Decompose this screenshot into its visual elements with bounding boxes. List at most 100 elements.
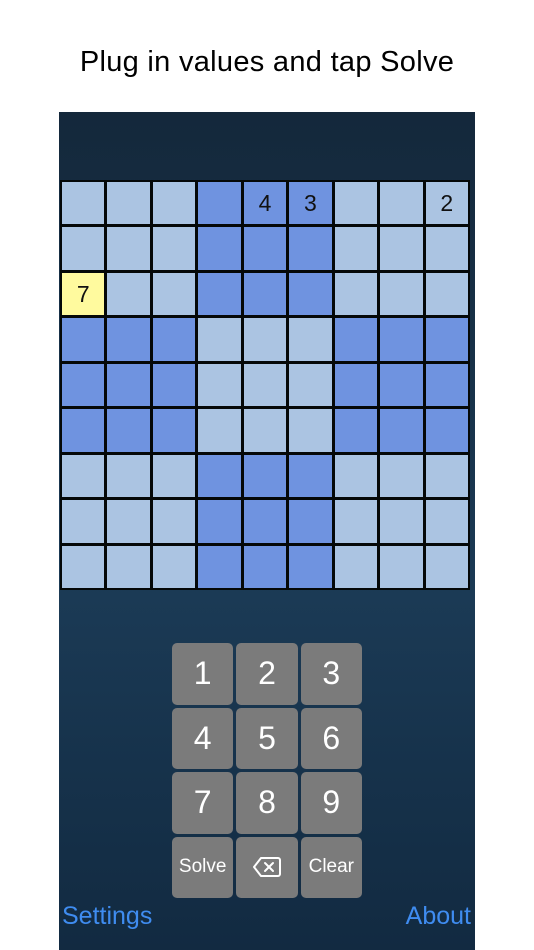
grid-cell-r5c9[interactable]	[425, 363, 468, 407]
sudoku-grid: 43 2 7	[60, 180, 470, 590]
grid-cell-r2c8[interactable]	[380, 227, 423, 270]
grid-cell-r9c3[interactable]	[152, 545, 196, 588]
grid-cell-r5c2[interactable]	[107, 363, 150, 407]
grid-cell-r3c8[interactable]	[380, 272, 423, 316]
grid-cell-r1c8[interactable]	[380, 182, 423, 225]
grid-cell-r8c2[interactable]	[107, 500, 150, 543]
key-6[interactable]: 6	[300, 707, 362, 769]
grid-cell-r1c5[interactable]: 4	[243, 182, 287, 225]
key-9[interactable]: 9	[300, 772, 362, 834]
grid-cell-r5c5[interactable]	[243, 363, 287, 407]
grid-cell-r7c9[interactable]	[425, 454, 468, 498]
key-1[interactable]: 1	[172, 643, 234, 705]
grid-cell-r6c2[interactable]	[107, 409, 150, 452]
grid-cell-r7c5[interactable]	[243, 454, 287, 498]
backspace-button[interactable]	[236, 836, 298, 898]
grid-cell-r8c4[interactable]	[198, 500, 241, 543]
grid-cell-r2c4[interactable]	[198, 227, 241, 270]
grid-cell-r8c6[interactable]	[289, 500, 332, 543]
grid-cell-r2c7[interactable]	[334, 227, 378, 270]
grid-cell-r6c1[interactable]	[62, 409, 105, 452]
grid-cell-r7c1[interactable]	[62, 454, 105, 498]
grid-cell-r4c8[interactable]	[380, 318, 423, 361]
grid-cell-r2c6[interactable]	[289, 227, 332, 270]
grid-cell-r4c9[interactable]	[425, 318, 468, 361]
grid-cell-r2c2[interactable]	[107, 227, 150, 270]
grid-cell-r9c2[interactable]	[107, 545, 150, 588]
backspace-icon	[252, 857, 281, 878]
key-3[interactable]: 3	[300, 643, 362, 705]
grid-cell-r7c7[interactable]	[334, 454, 378, 498]
grid-cell-r4c2[interactable]	[107, 318, 150, 361]
app-screen: 4327 1 2 3 4 5 6 7 8 9 Solve Clear	[59, 112, 475, 950]
grid-cell-r7c6[interactable]	[289, 454, 332, 498]
grid-cell-r2c9[interactable]	[425, 227, 468, 270]
grid-cell-r8c7[interactable]	[334, 500, 378, 543]
key-8[interactable]: 8	[236, 772, 298, 834]
grid-cell-r8c3[interactable]	[152, 500, 196, 543]
grid-cell-r8c5[interactable]	[243, 500, 287, 543]
grid-cell-r3c6[interactable]	[289, 272, 332, 316]
grid-cell-r4c5[interactable]	[243, 318, 287, 361]
grid-cell-r2c3[interactable]	[152, 227, 196, 270]
grid-cell-r4c7[interactable]	[334, 318, 378, 361]
grid-cell-r9c7[interactable]	[334, 545, 378, 588]
grid-cell-r1c2[interactable]	[107, 182, 150, 225]
grid-cell-r4c1[interactable]	[62, 318, 105, 361]
solve-button[interactable]: Solve	[172, 836, 234, 898]
grid-cell-r5c6[interactable]	[289, 363, 332, 407]
grid-cell-r9c5[interactable]	[243, 545, 287, 588]
grid-cell-r4c3[interactable]	[152, 318, 196, 361]
grid-cell-r3c5[interactable]	[243, 272, 287, 316]
grid-cell-r3c4[interactable]	[198, 272, 241, 316]
grid-cell-r4c4[interactable]	[198, 318, 241, 361]
grid-cell-r7c8[interactable]	[380, 454, 423, 498]
key-2[interactable]: 2	[236, 643, 298, 705]
grid-cell-r9c4[interactable]	[198, 545, 241, 588]
key-7[interactable]: 7	[172, 772, 234, 834]
grid-cell-r6c3[interactable]	[152, 409, 196, 452]
grid-cell-r5c1[interactable]	[62, 363, 105, 407]
grid-cell-r1c4[interactable]	[198, 182, 241, 225]
clear-button[interactable]: Clear	[300, 836, 362, 898]
grid-cell-r5c8[interactable]	[380, 363, 423, 407]
grid-cell-r5c7[interactable]	[334, 363, 378, 407]
grid-cell-r9c9[interactable]	[425, 545, 468, 588]
about-link[interactable]: About	[406, 902, 471, 931]
grid-cell-r2c5[interactable]	[243, 227, 287, 270]
grid-cell-r9c8[interactable]	[380, 545, 423, 588]
grid-cell-r7c2[interactable]	[107, 454, 150, 498]
key-4[interactable]: 4	[172, 707, 234, 769]
grid-cell-r9c6[interactable]	[289, 545, 332, 588]
grid-cell-r1c7[interactable]	[334, 182, 378, 225]
number-keypad: 1 2 3 4 5 6 7 8 9 Solve Clear	[172, 643, 362, 898]
grid-cell-r6c4[interactable]	[198, 409, 241, 452]
grid-cell-r3c3[interactable]	[152, 272, 196, 316]
grid-cell-r6c8[interactable]	[380, 409, 423, 452]
grid-cell-r7c3[interactable]	[152, 454, 196, 498]
grid-cell-r1c3[interactable]	[152, 182, 196, 225]
grid-cell-r3c1[interactable]: 7	[62, 272, 105, 316]
grid-cell-r6c6[interactable]	[289, 409, 332, 452]
grid-cell-r8c8[interactable]	[380, 500, 423, 543]
grid-cell-r4c6[interactable]	[289, 318, 332, 361]
grid-cell-r8c9[interactable]	[425, 500, 468, 543]
grid-cell-r8c1[interactable]	[62, 500, 105, 543]
grid-cell-r3c7[interactable]	[334, 272, 378, 316]
grid-cell-r1c9[interactable]: 2	[425, 182, 468, 225]
grid-cell-r5c4[interactable]	[198, 363, 241, 407]
grid-cell-r2c1[interactable]	[62, 227, 105, 270]
grid-cell-r6c9[interactable]	[425, 409, 468, 452]
key-5[interactable]: 5	[236, 707, 298, 769]
grid-cell-r7c4[interactable]	[198, 454, 241, 498]
grid-cell-r9c1[interactable]	[62, 545, 105, 588]
grid-cell-r1c1[interactable]	[62, 182, 105, 225]
grid-cell-r1c6[interactable]: 3	[289, 182, 332, 225]
grid-cell-r5c3[interactable]	[152, 363, 196, 407]
grid-cell-r6c5[interactable]	[243, 409, 287, 452]
instruction-caption: Plug in values and tap Solve	[79, 46, 455, 78]
grid-cell-r3c2[interactable]	[107, 272, 150, 316]
grid-cell-r6c7[interactable]	[334, 409, 378, 452]
grid-cell-r3c9[interactable]	[425, 272, 468, 316]
settings-link[interactable]: Settings	[62, 902, 152, 931]
